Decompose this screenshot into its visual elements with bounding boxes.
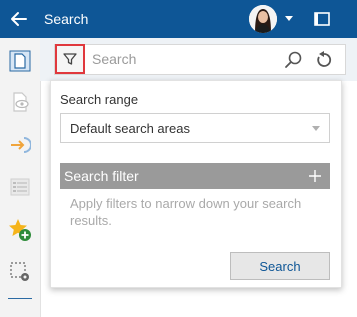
chevron-down-icon[interactable] xyxy=(284,15,294,23)
search-button[interactable]: Search xyxy=(230,252,330,280)
user-photo-icon xyxy=(249,5,277,33)
page-title: Search xyxy=(44,11,89,27)
app-header: Search xyxy=(0,0,357,38)
search-range-value: Default search areas xyxy=(70,121,190,136)
plus-icon[interactable] xyxy=(308,169,322,183)
document-eye-icon xyxy=(13,92,29,112)
sidebar-item-selection[interactable] xyxy=(8,260,32,284)
search-range-label: Search range xyxy=(60,92,139,107)
avatar[interactable] xyxy=(249,5,277,33)
window-restore-icon[interactable] xyxy=(313,11,331,27)
funnel-icon xyxy=(63,53,77,65)
star-add-icon xyxy=(9,219,31,241)
magnifier-icon[interactable] xyxy=(283,50,303,70)
document-icon xyxy=(9,50,31,72)
sidebar-item-preview[interactable] xyxy=(8,90,32,114)
search-input[interactable] xyxy=(92,49,272,69)
search-filter-title: Search filter xyxy=(64,168,139,184)
sidebar xyxy=(0,38,41,317)
chevron-down-icon xyxy=(312,126,320,131)
arrow-left-icon[interactable] xyxy=(9,9,29,29)
undo-icon[interactable] xyxy=(314,50,334,70)
filter-button[interactable] xyxy=(55,44,85,74)
sidebar-item-list[interactable] xyxy=(8,175,32,199)
sidebar-item-document[interactable] xyxy=(8,49,32,73)
list-icon xyxy=(10,178,30,196)
arrow-into-icon xyxy=(11,137,31,153)
selection-settings-icon xyxy=(10,262,29,281)
sidebar-item-favorites[interactable] xyxy=(8,218,32,242)
sidebar-item-import[interactable] xyxy=(8,133,32,157)
search-filter-hint: Apply filters to narrow down your search… xyxy=(70,196,302,228)
sidebar-divider xyxy=(8,298,32,299)
